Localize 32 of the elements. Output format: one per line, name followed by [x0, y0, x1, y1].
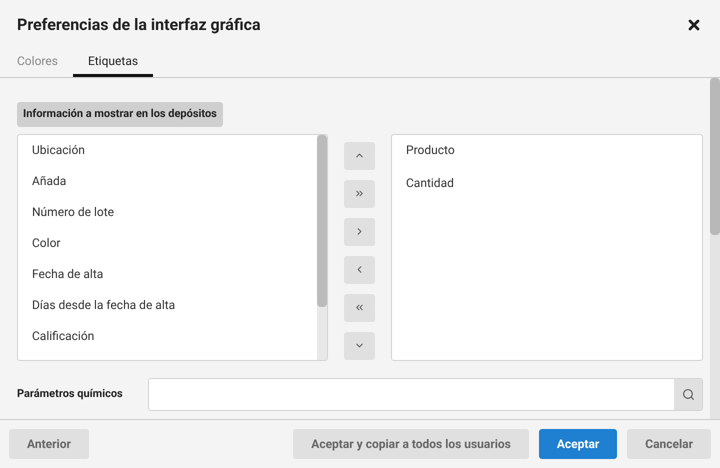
field-label: Parámetros químicos [17, 386, 124, 402]
scrollbar[interactable] [710, 78, 720, 419]
footer-button[interactable]: Cancelar [627, 429, 711, 459]
move-button[interactable] [344, 218, 375, 246]
list-item[interactable]: Días desde la fecha de alta [32, 298, 317, 328]
list-item[interactable]: Fecha de alta [32, 266, 317, 298]
list-item[interactable]: Color [32, 236, 317, 266]
search-icon [682, 388, 694, 400]
close-button[interactable] [686, 17, 702, 33]
list-item[interactable]: Número de lote [32, 204, 317, 236]
list-item[interactable]: Ubicación [32, 142, 317, 174]
list-item[interactable]: Producto [406, 142, 702, 176]
dialog-title: Preferencias de la interfaz gráfica [17, 14, 261, 36]
list-item[interactable]: Calificación [32, 328, 317, 360]
search-field[interactable] [148, 378, 703, 410]
move-button[interactable] [344, 294, 375, 322]
search-button[interactable] [674, 378, 702, 410]
move-button[interactable] [344, 142, 375, 170]
double-chevron-left-icon [354, 302, 365, 313]
list-item[interactable]: Cantidad [406, 176, 702, 208]
move-button[interactable] [344, 180, 375, 208]
footer-button[interactable]: Anterior [9, 429, 89, 459]
move-button[interactable] [344, 332, 375, 360]
footer-button[interactable]: Aceptar y copiar a todos los usuarios [293, 429, 529, 459]
move-button[interactable] [344, 256, 375, 284]
double-chevron-right-icon [354, 188, 365, 199]
section-label: Información a mostrar en los depósitos [17, 102, 223, 126]
close-icon [686, 17, 702, 33]
scrollbar[interactable] [317, 134, 327, 360]
footer-button[interactable]: Aceptar [538, 429, 618, 459]
tab[interactable]: Etiquetas [72, 48, 154, 77]
list-item[interactable]: Añada [32, 174, 317, 204]
